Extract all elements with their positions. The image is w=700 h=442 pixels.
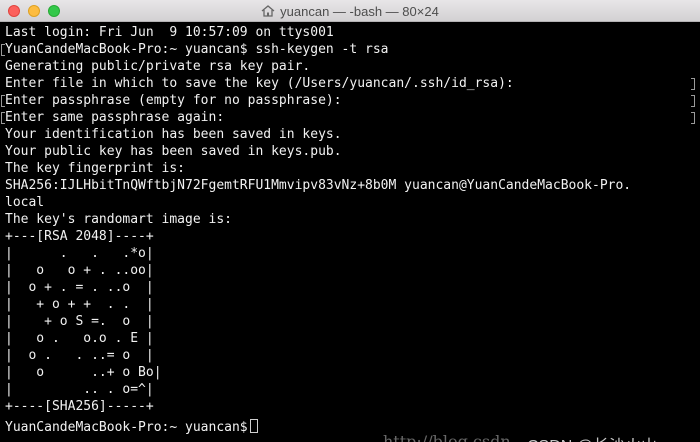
randomart-line: | . . .*o| [5, 246, 154, 261]
randomart-line: +----[SHA256]-----+ [5, 399, 154, 414]
terminal-line: Your identification has been saved in ke… [5, 127, 342, 142]
terminal-line: The key fingerprint is: [5, 161, 186, 176]
watermark-brand: CSDN @长沙火山 [527, 432, 657, 442]
terminal-line: Your public key has been saved in keys.p… [5, 144, 342, 159]
scrollbar[interactable] [691, 50, 698, 442]
terminal-line: The key's randomart image is: [5, 212, 232, 227]
line-mark-icon [1, 44, 5, 56]
randomart-line: | + o + + . . | [5, 297, 154, 312]
window-title-group: yuancan — -bash — 80×24 [0, 0, 700, 22]
randomart-line: | o o + . ..oo| [5, 263, 154, 278]
randomart-line: | o ..+ o Bo| [5, 365, 162, 380]
text-cursor [249, 419, 258, 433]
home-icon [261, 5, 275, 17]
terminal-output[interactable]: Last login: Fri Jun 9 10:57:09 on ttys00… [0, 22, 700, 442]
line-mark-icon [1, 95, 5, 107]
randomart-line: | o . . ..= o | [5, 348, 154, 363]
title-bar: yuancan — -bash — 80×24 [0, 0, 700, 22]
prompt-text: YuanCandeMacBook-Pro:~ yuancan$ [5, 420, 248, 435]
randomart-line: | .. . o=^| [5, 382, 154, 397]
randomart-line: +---[RSA 2048]----+ [5, 229, 154, 244]
window-title: yuancan — -bash — 80×24 [280, 3, 439, 19]
terminal-line: SHA256:IJLHbitTnQWftbjN72FgemtRFU1Mmvipv… [5, 178, 632, 193]
randomart-line: | o . o.o . E | [5, 331, 154, 346]
terminal-line: local [5, 195, 45, 210]
terminal-line: Enter passphrase (empty for no passphras… [5, 93, 342, 108]
terminal-window: yuancan — -bash — 80×24 Last login: Fri … [0, 0, 700, 442]
terminal-line: YuanCandeMacBook-Pro:~ yuancan$ ssh-keyg… [5, 42, 389, 57]
randomart-line: | + o S =. o | [5, 314, 154, 329]
terminal-line: Generating public/private rsa key pair. [5, 59, 311, 74]
watermark-url: http://blog.csdn [383, 432, 511, 442]
randomart-line: | o + . = . ..o | [5, 280, 154, 295]
line-mark-icon [1, 112, 5, 124]
prompt-line[interactable]: YuanCandeMacBook-Pro:~ yuancan$ [5, 419, 258, 436]
terminal-line: Last login: Fri Jun 9 10:57:09 on ttys00… [5, 25, 334, 40]
terminal-line: Enter file in which to save the key (/Us… [5, 76, 514, 91]
terminal-line: Enter same passphrase again: [5, 110, 225, 125]
